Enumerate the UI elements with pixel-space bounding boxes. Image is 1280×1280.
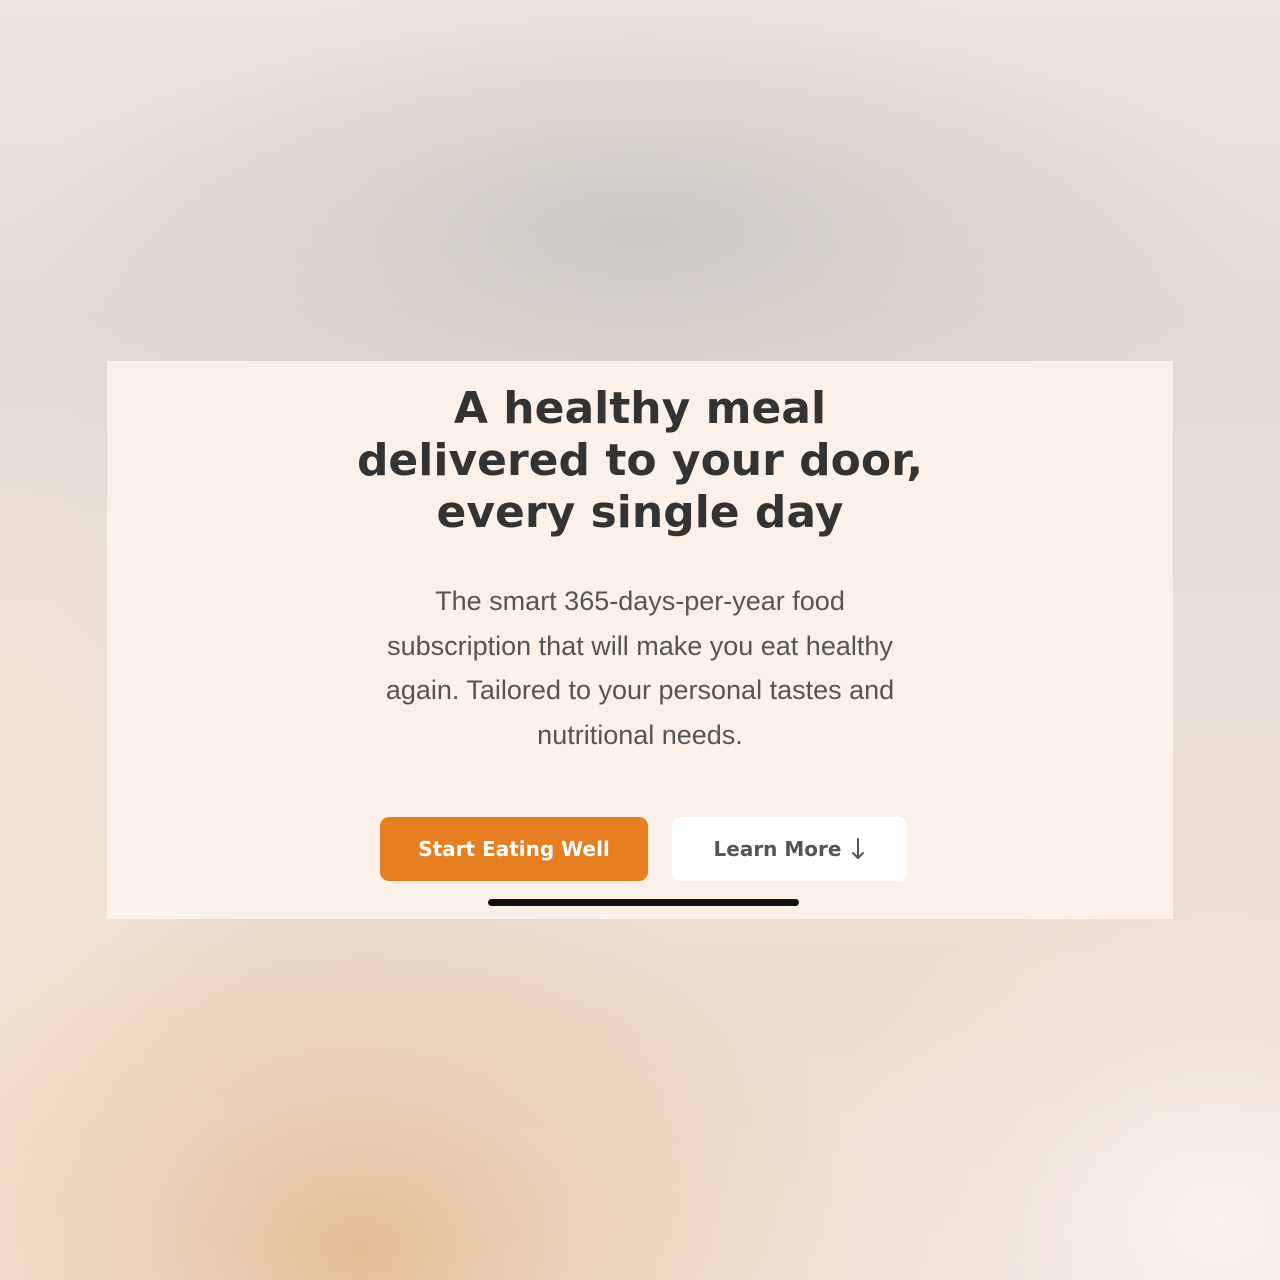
headline-line: every single day [436, 487, 844, 538]
start-eating-well-label: Start Eating Well [418, 837, 610, 861]
arrow-down-icon [851, 837, 865, 861]
learn-more-label: Learn More [713, 837, 842, 861]
start-eating-well-button[interactable]: Start Eating Well [380, 817, 648, 881]
learn-more-button[interactable]: Learn More [672, 817, 907, 881]
description-line: subscription that will make you eat heal… [387, 630, 893, 661]
headline-line: A healthy meal [453, 383, 827, 434]
hero-card: A healthy meal delivered to your door, e… [107, 361, 1173, 919]
description-line: The smart 365-days-per-year food [435, 586, 845, 616]
hero-headline: A healthy meal delivered to your door, e… [107, 383, 1173, 539]
description-line: again. Tailored to your personal tastes … [385, 675, 895, 705]
home-indicator [488, 899, 799, 906]
hero-description: The smart 365-days-per-year food subscri… [340, 579, 940, 757]
description-line: nutritional needs. [537, 719, 743, 750]
headline-line: delivered to your door, [356, 435, 924, 486]
